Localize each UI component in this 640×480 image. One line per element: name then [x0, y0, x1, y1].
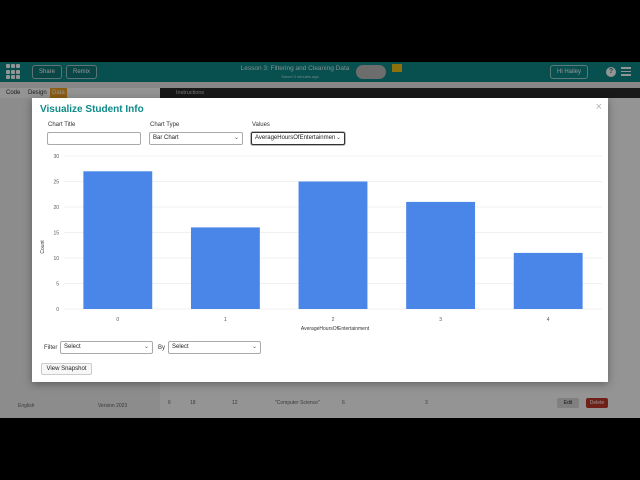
bar-chart: 0 5 10 15 20 25 30 0 1 2 3 4 Count AverageHoursOfEn… [40, 154, 602, 332]
by-select[interactable]: Select ⌄ [168, 341, 261, 354]
values-select[interactable]: AverageHoursOfEntertainmen ⌄ [251, 132, 345, 145]
filter-label: Filter [44, 345, 58, 351]
x-tick-label: 1 [224, 317, 227, 323]
chevron-down-icon: ⌄ [335, 135, 341, 141]
x-axis-label: AverageHoursOfEntertainment [301, 326, 370, 332]
values-value: AverageHoursOfEntertainmen [255, 135, 336, 141]
chevron-down-icon: ⌄ [143, 344, 149, 350]
close-icon[interactable]: × [596, 101, 602, 113]
bar-0 [83, 171, 153, 309]
x-tick-label: 4 [547, 317, 550, 323]
chart-type-value: Bar Chart [153, 135, 179, 141]
view-snapshot-button[interactable]: View Snapshot [41, 363, 92, 375]
filter-select[interactable]: Select ⌄ [60, 341, 153, 354]
y-tick-label: 30 [53, 154, 59, 160]
chart-title-input[interactable] [47, 132, 141, 145]
modal-title: Visualize Student Info [40, 104, 144, 115]
chart-type-select[interactable]: Bar Chart ⌄ [149, 132, 243, 145]
bar-4 [513, 252, 583, 309]
x-tick-label: 0 [116, 317, 119, 323]
chart-title-label: Chart Title [48, 122, 76, 128]
y-tick-label: 15 [53, 230, 59, 236]
x-tick-label: 3 [439, 317, 442, 323]
by-label: By [158, 345, 166, 351]
y-tick-label: 10 [53, 256, 59, 262]
y-tick-label: 0 [56, 307, 59, 313]
y-tick-label: 20 [53, 205, 59, 211]
y-axis-label: Count [40, 240, 46, 254]
y-tick-label: 5 [56, 281, 59, 287]
x-tick-label: 2 [332, 317, 335, 323]
chart-type-label: Chart Type [150, 122, 180, 128]
chart-bars [83, 171, 583, 309]
bar-2 [298, 181, 368, 309]
values-label: Values [252, 122, 270, 128]
app-frame: Share Remix Lesson 3: Filtering and Clea… [0, 62, 640, 418]
visualize-modal: Visualize Student Info × Chart Title Cha… [32, 98, 608, 382]
filter-value: Select [64, 344, 81, 350]
by-value: Select [172, 344, 189, 350]
bar-1 [190, 227, 260, 309]
chevron-down-icon: ⌄ [233, 135, 239, 141]
chevron-down-icon: ⌄ [251, 344, 257, 350]
bar-3 [406, 201, 476, 309]
y-tick-label: 25 [53, 179, 59, 185]
